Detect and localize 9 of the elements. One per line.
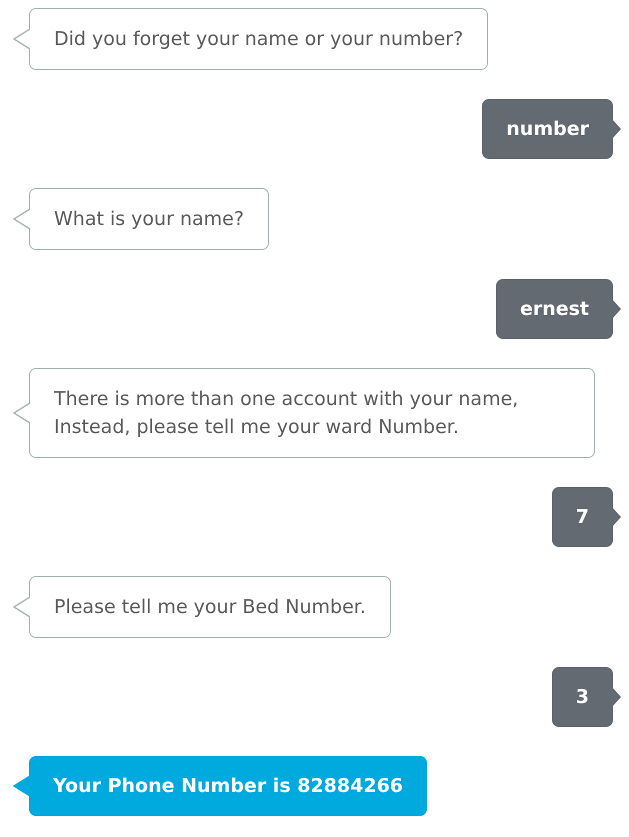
message-text: 7 <box>576 506 589 528</box>
message-text: ernest <box>520 298 589 320</box>
message-text: Please tell me your Bed Number. <box>54 596 366 618</box>
message-text: There is more than one account with your name, Instead, please tell me your ward Number. <box>54 388 518 438</box>
message-text: 3 <box>576 686 589 708</box>
message-text: Did you forget your name or your number? <box>54 28 464 50</box>
message-text: number <box>506 118 589 140</box>
message-text: What is your name? <box>54 208 244 230</box>
message-text: Your Phone Number is 82884266 <box>53 775 404 797</box>
